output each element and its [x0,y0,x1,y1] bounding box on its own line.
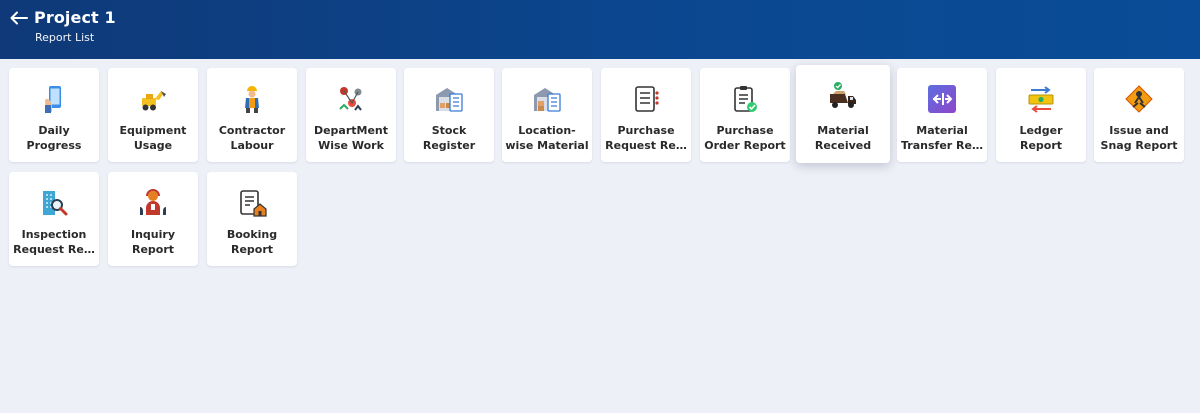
back-button[interactable] [8,9,30,29]
report-card-department-wise-work[interactable]: DepartMent Wise Work [306,68,396,162]
excavator-icon [137,83,169,115]
report-card-label: Material Transfer Re… [901,124,983,152]
report-card-label: Location- wise Material [505,124,589,152]
app-header: Project 1 Report List [0,0,1200,59]
checklist-icon [630,83,662,115]
page-subtitle: Report List [35,31,95,44]
report-card-material-received[interactable]: Material Received [796,65,890,163]
report-card-label: Material Received [814,124,872,152]
report-card-label: Purchase Request Re… [605,124,687,152]
report-card-booking-report[interactable]: Booking Report [207,172,297,266]
report-card-inquiry-report[interactable]: Inquiry Report [108,172,198,266]
report-card-label: Booking Report [226,228,278,256]
report-card-label: Equipment Usage [119,124,187,152]
report-card-purchase-request-report[interactable]: Purchase Request Re… [601,68,691,162]
report-card-label: Issue and Snag Report [1100,124,1178,152]
report-card-issue-and-snag-report[interactable]: Issue and Snag Report [1094,68,1184,162]
report-card-ledger-report[interactable]: Ledger Report [996,68,1086,162]
report-card-label: Ledger Report [1019,124,1063,152]
warehouse-list-icon [433,83,465,115]
report-card-label: Daily Progress [26,124,82,152]
report-card-purchase-order-report[interactable]: Purchase Order Report [700,68,790,162]
report-card-stock-register[interactable]: Stock Register [404,68,494,162]
dump-truck-check-icon [827,80,859,112]
mobile-hand-icon [38,83,70,115]
report-card-contractor-labour[interactable]: Contractor Labour [207,68,297,162]
worker-icon [236,83,268,115]
report-card-daily-progress[interactable]: Daily Progress [9,68,99,162]
support-agent-icon [137,187,169,219]
report-card-label: Inspection Request Re… [13,228,95,256]
report-card-location-wise-material[interactable]: Location- wise Material [502,68,592,162]
warning-tools-icon [1123,83,1155,115]
report-card-label: DepartMent Wise Work [313,124,389,152]
report-card-material-transfer-report[interactable]: Material Transfer Re… [897,68,987,162]
report-card-inspection-request-report[interactable]: Inspection Request Re… [9,172,99,266]
report-card-label: Contractor Labour [218,124,286,152]
building-magnifier-icon [38,187,70,219]
money-exchange-icon [1025,83,1057,115]
report-card-label: Inquiry Report [131,228,175,256]
network-people-icon [335,83,367,115]
report-card-label: Stock Register [422,124,476,152]
transfer-arrows-icon [926,83,958,115]
report-card-label: Purchase Order Report [704,124,786,152]
clipboard-check-icon [729,83,761,115]
report-card-equipment-usage[interactable]: Equipment Usage [108,68,198,162]
warehouse-boxes-icon [531,83,563,115]
document-house-icon [236,187,268,219]
arrow-left-icon [10,10,28,29]
page-title: Project 1 [34,8,116,27]
